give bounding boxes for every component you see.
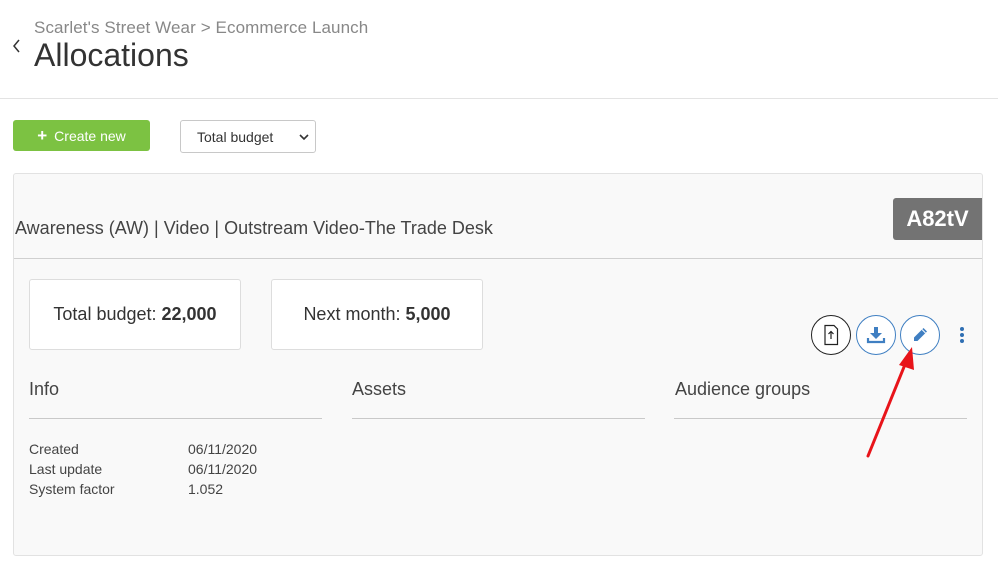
budget-select-value: Total budget xyxy=(197,128,274,145)
info-label-last-update: Last update xyxy=(29,461,103,477)
info-value-last-update: 06/11/2020 xyxy=(188,461,258,477)
info-value-created: 06/11/2020 xyxy=(188,441,258,457)
vertical-ellipsis-icon xyxy=(960,327,964,343)
chevron-left-icon xyxy=(13,39,20,53)
create-new-button[interactable]: + Create new xyxy=(13,120,150,151)
audience-groups-heading: Audience groups xyxy=(675,379,811,399)
budget-type-select[interactable]: Total budget xyxy=(180,120,316,153)
audience-groups-divider xyxy=(674,418,967,419)
info-label-system-factor: System factor xyxy=(29,481,115,497)
info-label-created: Created xyxy=(29,441,79,457)
caret-down-icon xyxy=(299,134,309,141)
info-divider xyxy=(29,418,322,419)
info-value-system-factor: 1.052 xyxy=(188,481,224,497)
plus-icon: + xyxy=(37,126,48,145)
total-budget-label: Total budget: xyxy=(53,304,157,324)
allocation-code-badge: A82tV xyxy=(893,198,982,240)
card-divider xyxy=(14,258,982,259)
edit-button[interactable] xyxy=(900,315,940,355)
back-button[interactable] xyxy=(10,36,24,56)
assets-divider xyxy=(352,418,645,419)
allocation-card: Awareness (AW) | Video | Outstream Video… xyxy=(13,173,983,556)
breadcrumb[interactable]: Scarlet's Street Wear > Ecommerce Launch xyxy=(34,18,368,38)
upload-button[interactable] xyxy=(811,315,851,355)
total-budget-value: 22,000 xyxy=(161,304,217,324)
total-budget-box: Total budget: 22,000 xyxy=(29,279,241,350)
more-options-button[interactable] xyxy=(955,325,969,345)
next-month-label: Next month: xyxy=(303,304,401,324)
create-new-label: Create new xyxy=(54,127,126,144)
page-header: Scarlet's Street Wear > Ecommerce Launch… xyxy=(0,0,998,99)
next-month-value: 5,000 xyxy=(405,304,451,324)
assets-heading: Assets xyxy=(352,379,407,399)
upload-document-icon xyxy=(824,324,839,346)
download-icon xyxy=(866,327,886,344)
allocation-title[interactable]: Awareness (AW) | Video | Outstream Video… xyxy=(15,218,493,239)
download-button[interactable] xyxy=(856,315,896,355)
pencil-icon xyxy=(914,328,927,341)
info-heading: Info xyxy=(29,379,60,399)
next-month-box: Next month: 5,000 xyxy=(271,279,483,350)
page-title: Allocations xyxy=(34,37,189,73)
